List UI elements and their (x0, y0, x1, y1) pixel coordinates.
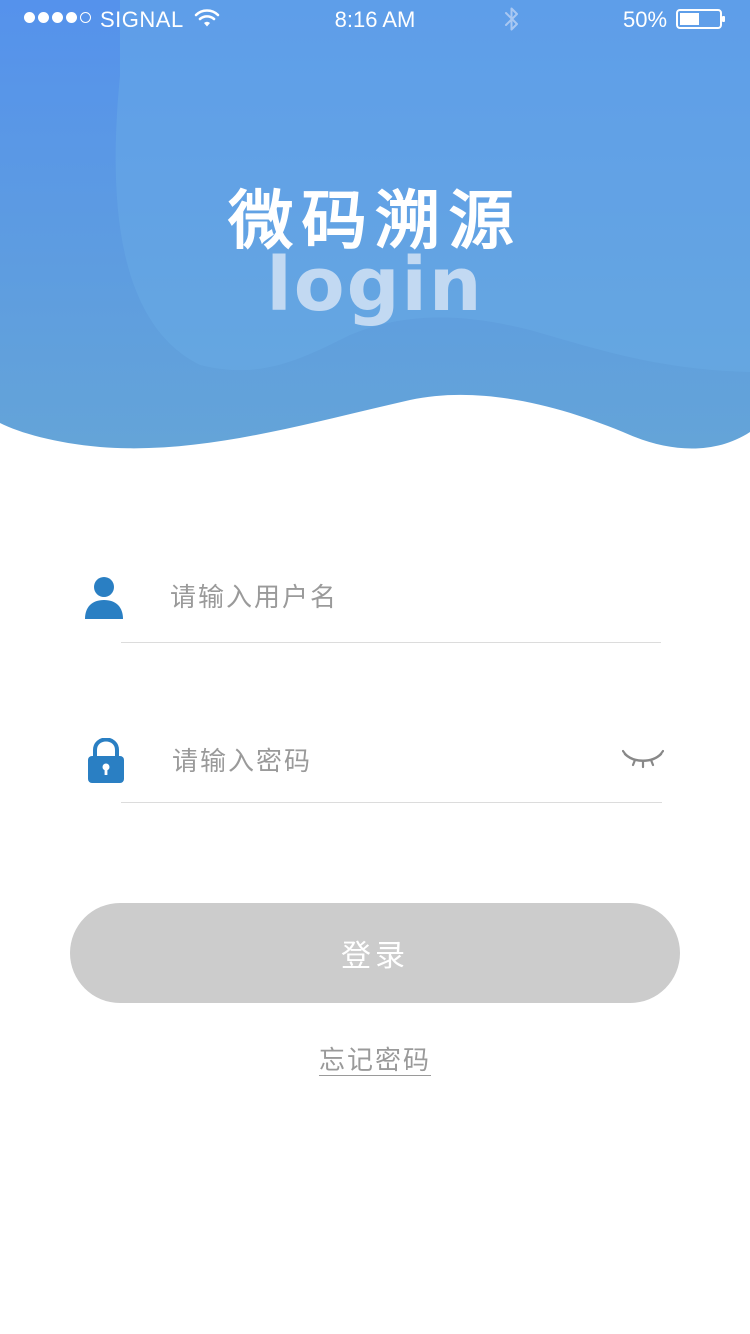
forgot-password-link[interactable]: 忘记密码 (0, 1040, 750, 1077)
battery-percentage: 50% (623, 7, 668, 32)
user-icon (85, 577, 123, 619)
login-subtitle: login (266, 242, 484, 328)
username-divider (121, 642, 661, 643)
eye-closed-icon[interactable] (622, 748, 664, 772)
battery-icon (676, 9, 725, 29)
login-screen: SIGNAL 8:16 AM 50% 微码溯源 login 请输入用户名 登录 … (0, 0, 750, 1334)
forgot-password-label[interactable]: 忘记密码 (319, 1046, 431, 1076)
bluetooth-icon (505, 7, 518, 31)
password-input[interactable] (172, 742, 602, 782)
password-divider (121, 802, 662, 803)
username-input[interactable] (170, 578, 640, 618)
login-button[interactable]: 登录 (70, 903, 680, 1003)
lock-icon (88, 738, 124, 783)
status-bar: SIGNAL 8:16 AM 50% (0, 0, 750, 40)
